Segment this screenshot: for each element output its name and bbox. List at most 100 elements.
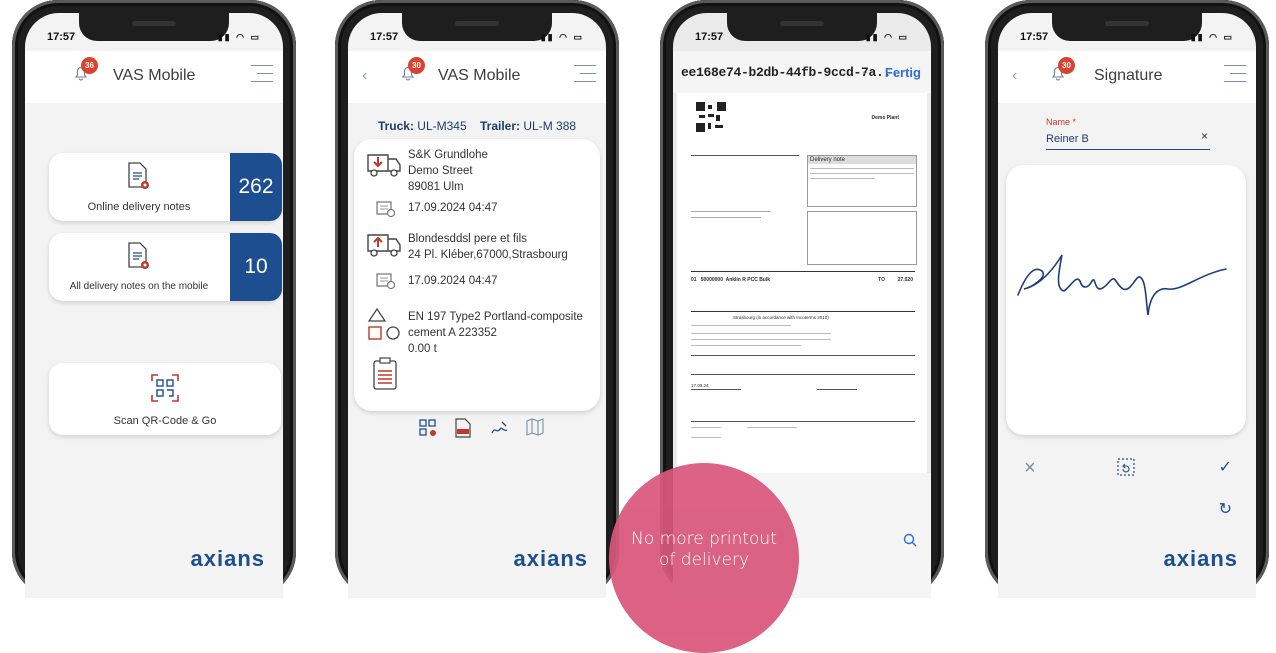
mobile-delivery-notes-tile[interactable]: All delivery notes on the mobile 10 bbox=[49, 233, 282, 301]
gross-date: 17.09.24 bbox=[691, 383, 709, 388]
promo-line-2: of delivery bbox=[658, 550, 750, 570]
app-bar: ‹ 30 VAS Mobile bbox=[348, 51, 606, 103]
back-icon[interactable]: ‹ bbox=[362, 67, 367, 85]
divider bbox=[817, 389, 857, 390]
menu-icon[interactable] bbox=[251, 65, 273, 89]
material-name: EN 197 Type2 Portland-composite bbox=[408, 311, 583, 323]
page-title: Signature bbox=[1094, 67, 1163, 84]
sender-name: S&K Grundlohe bbox=[408, 149, 488, 161]
divider bbox=[691, 427, 721, 428]
promo-line-1: No more printout bbox=[631, 529, 777, 549]
status-bar: 17:57 ▮▮ ◠ ▭ bbox=[47, 31, 261, 47]
row-code: 50000000 bbox=[700, 277, 723, 283]
signature-icon[interactable] bbox=[490, 418, 510, 438]
sender-block bbox=[691, 155, 799, 180]
promo-circle: No more printout of delivery bbox=[609, 463, 799, 653]
row-quantity: 27.020 bbox=[897, 277, 913, 283]
divider bbox=[691, 389, 741, 390]
status-time: 17:57 bbox=[695, 31, 724, 43]
calendar-clock-icon bbox=[376, 201, 395, 217]
confirm-icon[interactable]: ✓ bbox=[1219, 457, 1232, 477]
action-icon-row bbox=[418, 418, 548, 440]
detail-screen: 17:57 ▮▮ ◠ ▭ ‹ 30 VAS Mobile Truck: UL-M… bbox=[348, 13, 606, 598]
weights-table bbox=[691, 355, 915, 375]
phone-signature: 17:57 ▮▮ ◠ ▭ ‹ 30 Signature Name * Reine… bbox=[985, 0, 1269, 598]
status-bar: 17:57 ▮▮ ◠ ▭ bbox=[370, 31, 584, 47]
document-eye-icon bbox=[128, 162, 149, 189]
divider bbox=[691, 345, 801, 346]
clear-icon[interactable]: × bbox=[1201, 129, 1208, 143]
material-code: cement A 223352 bbox=[408, 327, 497, 339]
menu-icon[interactable] bbox=[574, 65, 596, 89]
terms-of-delivery: Strasbourg (in accordance with Incoterms… bbox=[733, 315, 829, 320]
delivery-date: 17.09.2024 04:47 bbox=[408, 275, 498, 287]
signature-pad[interactable] bbox=[1006, 165, 1246, 435]
document-eye-icon bbox=[128, 242, 149, 269]
truck-unload-icon bbox=[367, 154, 401, 177]
status-icons: ▮▮ ◠ ▭ bbox=[865, 32, 909, 42]
divider bbox=[747, 427, 797, 428]
tile-label: All delivery notes on the mobile bbox=[69, 281, 209, 292]
material-row: 01 50000000 Anklin R PCC Bulk TO 27.020 bbox=[691, 277, 915, 283]
scan-qr-tile[interactable]: Scan QR-Code & Go bbox=[49, 363, 281, 435]
clear-signature-icon[interactable] bbox=[1116, 457, 1136, 477]
status-icons: ▮▮ ◠ ▭ bbox=[540, 32, 584, 42]
cancel-icon[interactable]: × bbox=[1024, 457, 1036, 480]
done-button[interactable]: Fertig bbox=[885, 65, 921, 80]
sender-address: S&K Grundlohe Demo Street 89081 Ulm bbox=[408, 147, 488, 195]
app-title: VAS Mobile bbox=[438, 67, 521, 84]
status-bar: 17:57 ▮▮ ◠ ▭ bbox=[695, 31, 909, 47]
divider bbox=[691, 311, 915, 312]
row-material: Anklin R PCC Bulk bbox=[725, 277, 771, 283]
order-box bbox=[807, 211, 917, 265]
row-number: 01 bbox=[691, 277, 697, 283]
status-time: 17:57 bbox=[370, 31, 399, 43]
tile-count: 262 bbox=[230, 153, 282, 221]
sender-street: Demo Street bbox=[408, 165, 473, 177]
bell-icon[interactable]: 36 bbox=[73, 57, 98, 81]
map-icon[interactable] bbox=[526, 418, 544, 436]
axians-logo: axians bbox=[190, 546, 265, 571]
material-info: EN 197 Type2 Portland-composite cement A… bbox=[408, 309, 583, 357]
status-icons: ▮▮ ◠ ▭ bbox=[217, 32, 261, 42]
axians-logo: axians bbox=[1163, 546, 1238, 571]
online-delivery-notes-tile[interactable]: Online delivery notes 262 bbox=[49, 153, 282, 221]
delivery-note-box: Delivery note bbox=[807, 155, 917, 207]
rotate-icon[interactable]: ↻ bbox=[1219, 499, 1232, 519]
phone-home: 17:57 ▮▮ ◠ ▭ 36 VAS Mobile Online delive… bbox=[12, 0, 296, 598]
bell-icon[interactable]: 30 bbox=[1050, 57, 1075, 81]
trailer-label: Trailer: bbox=[480, 119, 521, 133]
notification-badge: 36 bbox=[81, 57, 98, 74]
chevron-down-icon[interactable]: ⌄ bbox=[861, 66, 869, 77]
divider bbox=[691, 271, 915, 272]
app-bar: 36 VAS Mobile bbox=[25, 51, 283, 103]
receiver-address: Blondesddsl pere et fils 24 Pl. Kléber,6… bbox=[408, 231, 568, 263]
status-icons: ▮▮ ◠ ▭ bbox=[1190, 32, 1234, 42]
trailer-value: UL-M 388 bbox=[523, 119, 577, 133]
material-quantity: 0.00 t bbox=[408, 343, 437, 355]
scan-label: Scan QR-Code & Go bbox=[113, 415, 217, 427]
status-time: 17:57 bbox=[47, 31, 76, 43]
tile-count: 10 bbox=[230, 233, 282, 301]
company-name: Demo Plant bbox=[871, 115, 899, 121]
sender-city: 89081 Ulm bbox=[408, 181, 464, 193]
back-icon[interactable]: ‹ bbox=[1012, 67, 1017, 85]
menu-icon[interactable] bbox=[1224, 65, 1246, 89]
divider bbox=[691, 339, 831, 340]
vehicle-info: Truck: UL-M345 Trailer: UL-M 388 bbox=[348, 119, 606, 133]
clipboard-icon[interactable] bbox=[372, 357, 398, 391]
qr-scan-icon bbox=[151, 374, 179, 402]
qr-code-icon[interactable] bbox=[418, 418, 438, 438]
status-bar: 17:57 ▮▮ ◠ ▭ bbox=[1020, 31, 1234, 47]
row-unit: TO bbox=[878, 277, 885, 283]
search-icon[interactable] bbox=[903, 533, 917, 547]
app-bar: ‹ 30 Signature bbox=[998, 51, 1256, 103]
pdf-icon[interactable] bbox=[454, 418, 472, 438]
tile-label: Online delivery notes bbox=[87, 201, 191, 213]
pickup-date: 17.09.2024 04:47 bbox=[408, 202, 498, 214]
name-field[interactable]: Reiner B × bbox=[1046, 129, 1210, 150]
status-time: 17:57 bbox=[1020, 31, 1049, 43]
bell-icon[interactable]: 30 bbox=[400, 57, 425, 81]
receiver-street: 24 Pl. Kléber,67000,Strasbourg bbox=[408, 249, 568, 261]
delivery-note-document: Demo Plant Delivery note 01 50000000 Ank… bbox=[677, 93, 927, 473]
